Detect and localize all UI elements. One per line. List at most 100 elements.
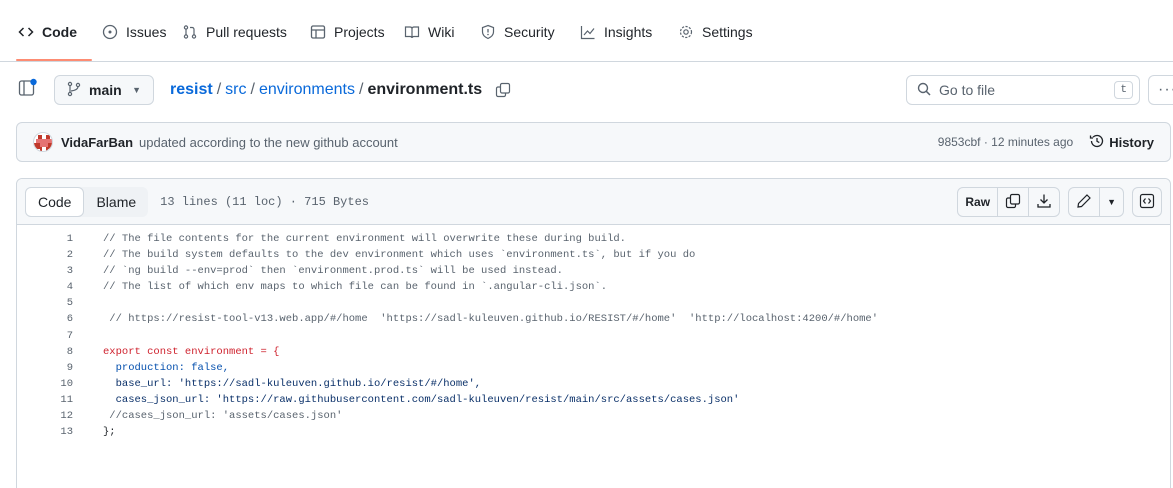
history-label: History (1109, 134, 1154, 150)
code-line: 11 cases_json_url: 'https://raw.githubus… (17, 392, 1170, 408)
line-number[interactable]: 1 (17, 231, 73, 247)
tab-wiki[interactable]: Wiki (404, 20, 454, 44)
tab-pull-requests[interactable]: Pull requests (182, 20, 287, 44)
tab-label: Settings (702, 24, 753, 40)
code-line: 9 production: false, (17, 360, 1170, 376)
kebab-horizontal-icon: ··· (1158, 81, 1173, 98)
commit-hash-and-time[interactable]: 9853cbf · 12 minutes ago (938, 135, 1073, 149)
edit-actions-group: ▼ (1068, 187, 1124, 217)
copy-icon (1005, 193, 1021, 212)
line-number[interactable]: 4 (17, 279, 73, 295)
search-icon (917, 82, 931, 99)
line-number[interactable]: 5 (17, 295, 73, 311)
line-number[interactable]: 10 (17, 376, 73, 392)
symbols-panel-button[interactable] (1132, 187, 1162, 217)
code-text: base_url: 'https://sadl-kuleuven.github.… (103, 377, 482, 390)
active-tab-indicator (16, 59, 92, 61)
repo-nav: Code Issues Pull requests Projects Wiki … (0, 0, 1173, 62)
tab-security[interactable]: Security (480, 20, 555, 44)
code-line: 6 // https://resist-tool-v13.web.app/#/h… (17, 311, 1170, 327)
line-number[interactable]: 13 (17, 424, 73, 440)
git-branch-icon (67, 81, 81, 100)
line-number[interactable]: 6 (17, 311, 73, 327)
code-line: 12 //cases_json_url: 'assets/cases.json' (17, 408, 1170, 424)
view-mode-toggle: Code Blame (25, 186, 149, 217)
commit-message-link[interactable]: updated according to the new github acco… (139, 135, 398, 150)
download-button[interactable] (1028, 188, 1059, 216)
book-icon (404, 24, 420, 40)
gear-icon (678, 24, 694, 40)
breadcrumb-src-link[interactable]: src (225, 81, 246, 99)
issue-opened-icon (102, 24, 118, 40)
line-number[interactable]: 2 (17, 247, 73, 263)
history-icon (1089, 133, 1105, 152)
latest-commit-bar: VidaFarBan updated according to the new … (16, 122, 1171, 162)
breadcrumb-environments-link[interactable]: environments (259, 81, 355, 99)
go-to-file-input[interactable]: Go to file t (906, 75, 1140, 105)
branch-selector-button[interactable]: main ▼ (54, 75, 154, 105)
code-line: 7 (17, 328, 1170, 344)
line-number[interactable]: 11 (17, 392, 73, 408)
tab-label: Wiki (428, 24, 455, 40)
code-text: // The build system defaults to the dev … (103, 249, 696, 262)
tab-code[interactable]: Code (18, 20, 77, 44)
code-text: //cases_json_url: 'assets/cases.json' (103, 410, 343, 423)
file-actions: Raw ▼ (957, 187, 1162, 217)
edit-button[interactable] (1069, 188, 1099, 216)
pencil-icon (1076, 193, 1092, 212)
tab-label: Security (504, 24, 555, 40)
sidebar-toggle-icon[interactable] (18, 78, 38, 98)
code-line: 2 // The build system defaults to the dev… (17, 247, 1170, 263)
code-view-button[interactable]: Code (25, 186, 85, 217)
code-text: // `ng build --env=prod` then `environme… (103, 265, 563, 278)
tab-insights[interactable]: Insights (580, 20, 652, 44)
go-to-file-placeholder: Go to file (939, 82, 996, 98)
file-info: 13 lines (11 loc) · 715 Bytes (160, 194, 369, 209)
blame-view-button[interactable]: Blame (84, 187, 148, 217)
commit-author-link[interactable]: VidaFarBan (61, 135, 133, 150)
code-line: 8 export const environment = { (17, 344, 1170, 360)
code-text: cases_json_url: 'https://raw.githubuserc… (103, 393, 740, 406)
code-line: 10 base_url: 'https://sadl-kuleuven.gith… (17, 376, 1170, 392)
breadcrumb-separator: / (250, 81, 255, 98)
tab-label: Pull requests (206, 24, 287, 40)
file-viewer: Code Blame 13 lines (11 loc) · 715 Bytes… (16, 178, 1171, 488)
tab-settings[interactable]: Settings (678, 20, 753, 44)
line-number[interactable]: 7 (17, 328, 73, 344)
file-header: Code Blame 13 lines (11 loc) · 715 Bytes… (17, 179, 1170, 225)
more-options-button[interactable]: ··· (1148, 75, 1173, 105)
tab-projects[interactable]: Projects (310, 20, 385, 44)
code-square-icon (1139, 193, 1155, 212)
code-text: // The file contents for the current env… (103, 233, 626, 245)
raw-actions-group: Raw (957, 187, 1061, 217)
code-line: 13}; (17, 424, 1170, 440)
line-number[interactable]: 3 (17, 263, 73, 279)
code-text: export const environment = { (103, 345, 280, 358)
code-line: 4 // The list of which env maps to which … (17, 279, 1170, 295)
branch-label: main (89, 82, 122, 98)
copy-raw-button[interactable] (997, 188, 1028, 216)
code-listing[interactable]: 1 // The file contents for the current en… (17, 231, 1170, 440)
breadcrumb: resist / src / environments / environmen… (170, 80, 512, 100)
breadcrumb-separator: / (358, 81, 364, 98)
tab-label: Issues (126, 24, 167, 40)
code-text: production: false, (103, 361, 230, 374)
breadcrumb-separator: / (216, 81, 222, 98)
code-line: 3 // `ng build --env=prod` then `environm… (17, 263, 1170, 279)
triangle-down-icon: ▼ (1107, 197, 1116, 207)
table-icon (310, 24, 326, 40)
copy-path-icon[interactable] (494, 81, 512, 99)
history-button[interactable]: History (1089, 133, 1154, 152)
edit-dropdown-button[interactable]: ▼ (1099, 188, 1123, 216)
breadcrumb-repo-link[interactable]: resist (170, 81, 213, 99)
line-number[interactable]: 9 (17, 360, 73, 376)
git-pull-request-icon (182, 24, 198, 40)
raw-button[interactable]: Raw (958, 188, 997, 216)
tab-issues[interactable]: Issues (102, 20, 166, 44)
line-number[interactable]: 8 (17, 344, 73, 360)
shield-icon (480, 24, 496, 40)
graph-icon (580, 24, 596, 40)
code-icon (18, 24, 34, 40)
line-number[interactable]: 12 (17, 408, 73, 424)
avatar[interactable] (33, 132, 53, 152)
